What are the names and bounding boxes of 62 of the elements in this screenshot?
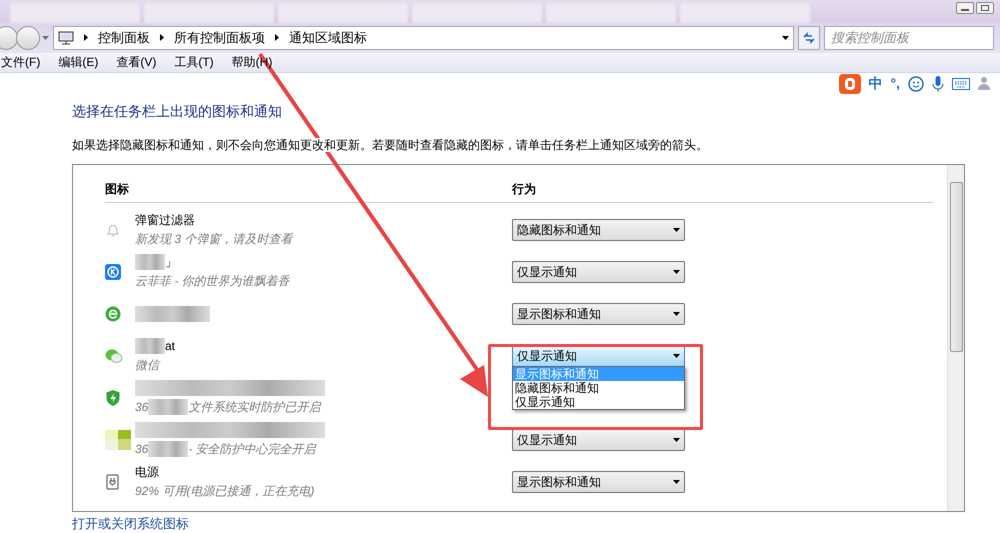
app-description: 36 [135,398,148,416]
system-icons-link[interactable]: 打开或关闭系统图标 [72,514,189,533]
smiley-icon[interactable] [908,76,924,92]
menu-item[interactable]: 查看(V) [116,53,156,72]
tiles-icon [105,430,131,450]
search-field[interactable]: 搜索控制面板 [824,26,994,50]
shield-icon [105,388,121,406]
computer-icon [58,30,74,45]
app-description: - 安全防护中心完全开启 [188,440,316,458]
app-name: 」 [165,254,177,270]
dropdown-arrow-icon [673,270,680,274]
menu-item[interactable]: 编辑(E) [58,53,98,72]
microphone-icon[interactable] [932,76,944,92]
dropdown-option[interactable]: 隐藏图标和通知 [513,380,684,394]
dropdown-arrow-icon [673,354,680,358]
app-description: 云菲菲 - 你的世界为谁飘着香 [135,272,290,290]
dropdown-option[interactable]: 仅显示通知 [513,394,684,408]
k-logo-icon [105,264,121,280]
app-description: 92% 可用(电源已接通，正在充电) [135,482,314,500]
forward-button[interactable] [16,26,40,50]
app-description: 36 [135,440,148,458]
column-header: 行为 [512,180,536,198]
breadcrumb-item[interactable]: 所有控制面板项 [174,28,265,48]
chat-bubbles-icon [105,348,123,364]
keyboard-icon[interactable] [952,78,970,90]
breadcrumb-item[interactable]: 控制面板 [98,28,150,48]
app-name: at [165,338,176,354]
punctuation-mode-label[interactable]: °, [890,73,900,94]
dropdown-arrow-icon [782,36,789,40]
dropdown-arrow-icon [673,312,680,316]
column-header: 图标 [105,180,130,198]
back-button[interactable] [0,26,18,50]
app-description: 微信 [135,356,159,374]
dropdown-arrow-icon [673,438,680,442]
app-name: 弹窗过滤器 [135,212,195,228]
address-bar[interactable]: 控制面板 所有控制面板项 通知区域图标 [53,26,794,50]
behavior-dropdown[interactable]: 隐藏图标和通知 [512,218,685,240]
chevron-right-icon [84,34,88,42]
dropdown-arrow-icon [673,480,680,484]
refresh-icon [802,32,816,44]
maximize-button[interactable] [976,2,994,14]
browser-e-icon [105,306,121,322]
app-name: 电源 [135,464,159,480]
behavior-dropdown[interactable]: 仅显示通知 [512,428,685,450]
behavior-dropdown[interactable]: 仅显示通知 [512,260,685,282]
page-heading: 选择在任务栏上出现的图标和通知 [72,102,282,118]
minimize-button[interactable] [956,2,974,14]
refresh-button[interactable] [798,26,820,50]
menu-item[interactable]: 文件(F) [1,53,40,72]
menu-item[interactable]: 工具(T) [174,53,214,72]
behavior-dropdown[interactable]: 显示图标和通知 [512,470,685,492]
dropdown-arrow-icon [673,228,680,232]
app-description: 文件系统实时防护已开启 [188,398,320,416]
behavior-dropdown[interactable]: 显示图标和通知 [512,302,685,324]
scrollbar[interactable] [947,164,964,510]
input-mode-label[interactable]: 中 [868,73,882,94]
dropdown-arrow-icon [42,36,49,40]
chevron-right-icon [160,34,164,42]
breadcrumb-item[interactable]: 通知区域图标 [289,28,367,48]
power-plug-icon [105,472,121,490]
chevron-right-icon [275,34,279,42]
app-description: 新发现 3 个弹窗，请及时查看 [135,230,292,248]
